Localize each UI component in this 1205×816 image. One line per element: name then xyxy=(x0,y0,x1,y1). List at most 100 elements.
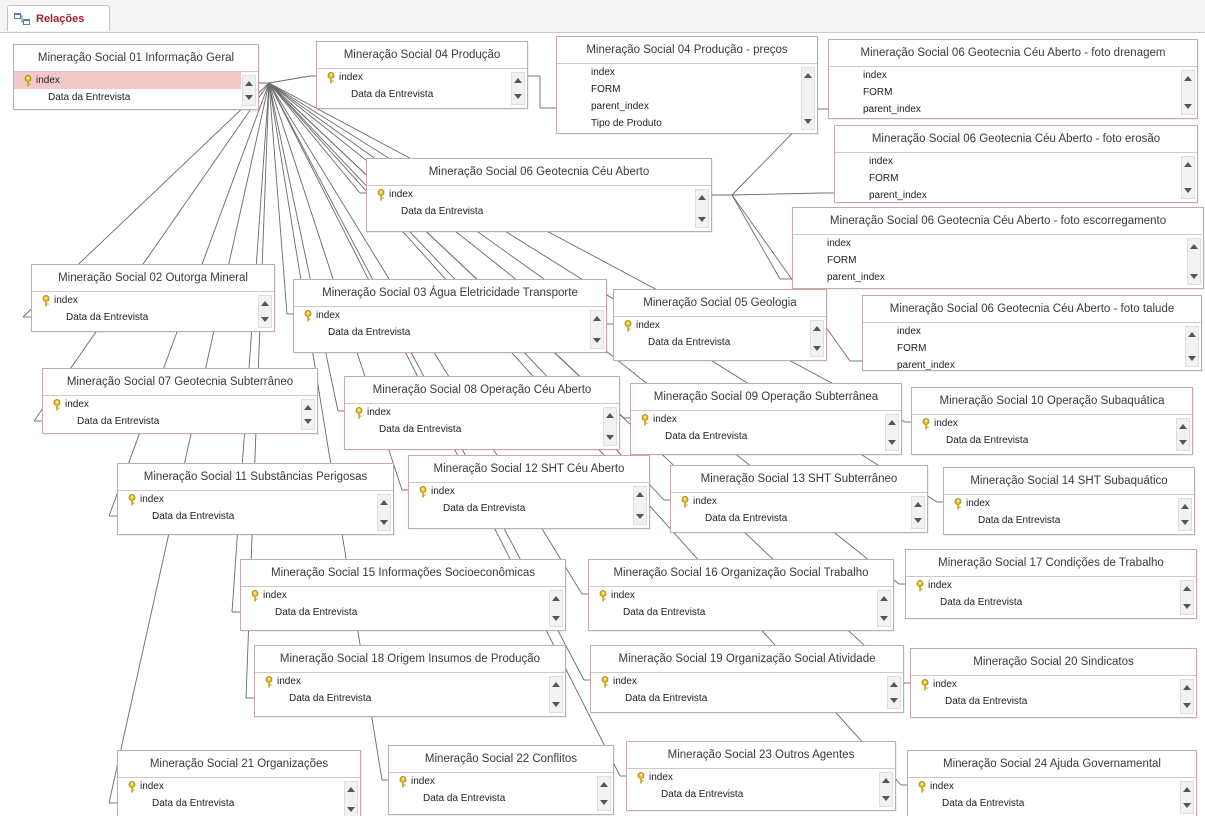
scroll-up-icon[interactable] xyxy=(890,682,898,687)
table-t06es[interactable]: Mineração Social 06 Geotecnia Céu Aberto… xyxy=(792,207,1204,289)
field-row[interactable]: Data da Entrevista xyxy=(367,203,694,220)
field-row[interactable]: Data da Entrevista xyxy=(317,86,510,103)
field-scrollbar[interactable] xyxy=(879,772,893,807)
table-t06[interactable]: Mineração Social 06 Geotecnia Céu Aberto… xyxy=(366,158,712,232)
table-t10[interactable]: Mineração Social 10 Operação Subaquática… xyxy=(911,387,1193,455)
field-row[interactable]: index xyxy=(829,67,1180,84)
field-scrollbar[interactable] xyxy=(603,407,617,446)
scroll-down-icon[interactable] xyxy=(347,807,355,812)
scroll-down-icon[interactable] xyxy=(1179,440,1187,445)
table-title[interactable]: Mineração Social 04 Produção - preços xyxy=(557,37,817,64)
scroll-down-icon[interactable] xyxy=(380,520,388,525)
table-t06d[interactable]: Mineração Social 06 Geotecnia Céu Aberto… xyxy=(828,39,1198,119)
field-row[interactable]: Tipo de Produto xyxy=(557,115,800,132)
field-row[interactable]: Data da Entrevista xyxy=(906,594,1179,611)
field-scrollbar[interactable] xyxy=(695,189,709,228)
field-scrollbar[interactable] xyxy=(1187,238,1201,285)
field-row[interactable]: Data da Entrevista xyxy=(294,324,589,341)
table-title[interactable]: Mineração Social 06 Geotecnia Céu Aberto… xyxy=(863,296,1201,323)
table-t16[interactable]: Mineração Social 16 Organização Social T… xyxy=(588,559,894,631)
field-scrollbar[interactable] xyxy=(1178,498,1192,531)
field-row[interactable]: index xyxy=(557,64,800,81)
scroll-down-icon[interactable] xyxy=(593,338,601,343)
scroll-down-icon[interactable] xyxy=(552,702,560,707)
field-scrollbar[interactable] xyxy=(1185,326,1199,367)
field-row[interactable]: index xyxy=(43,396,300,413)
field-row[interactable]: Data da Entrevista xyxy=(389,790,596,807)
field-scrollbar[interactable] xyxy=(1176,418,1190,451)
scroll-down-icon[interactable] xyxy=(304,419,312,424)
field-row[interactable]: FORM xyxy=(835,170,1180,187)
table-title[interactable]: Mineração Social 02 Outorga Mineral xyxy=(32,265,274,292)
scroll-up-icon[interactable] xyxy=(1188,332,1196,337)
table-t08[interactable]: Mineração Social 08 Operação Céu Aberto i… xyxy=(344,376,620,450)
scroll-up-icon[interactable] xyxy=(304,405,312,410)
field-row[interactable]: Data da Entrevista xyxy=(944,512,1177,529)
field-row[interactable]: index xyxy=(627,769,878,786)
scroll-up-icon[interactable] xyxy=(593,316,601,321)
scroll-down-icon[interactable] xyxy=(1190,274,1198,279)
scroll-up-icon[interactable] xyxy=(347,787,355,792)
table-title[interactable]: Mineração Social 23 Outros Agentes xyxy=(627,742,895,769)
field-row[interactable]: parent_index xyxy=(835,187,1180,202)
relationship-line[interactable] xyxy=(731,194,781,280)
field-row[interactable]: parent_index xyxy=(793,269,1186,286)
scroll-up-icon[interactable] xyxy=(914,502,922,507)
field-row[interactable]: FORM xyxy=(557,81,800,98)
field-row[interactable]: index xyxy=(118,491,376,508)
field-row[interactable]: Data da Entrevista xyxy=(14,89,241,106)
table-title[interactable]: Mineração Social 17 Condições de Trabalh… xyxy=(906,550,1196,577)
field-row[interactable]: index xyxy=(317,69,510,86)
relationship-line[interactable] xyxy=(731,192,823,196)
field-row[interactable]: FORM xyxy=(863,340,1184,357)
field-row[interactable]: Data da Entrevista xyxy=(912,432,1175,449)
table-title[interactable]: Mineração Social 06 Geotecnia Céu Aberto xyxy=(367,159,711,186)
table-t02[interactable]: Mineração Social 02 Outorga Mineral index… xyxy=(31,264,275,332)
scroll-down-icon[interactable] xyxy=(1183,604,1191,609)
field-row[interactable]: Data da Entrevista xyxy=(911,693,1179,710)
field-row[interactable]: index xyxy=(294,307,589,324)
scroll-up-icon[interactable] xyxy=(552,682,560,687)
scroll-up-icon[interactable] xyxy=(804,73,812,78)
scroll-down-icon[interactable] xyxy=(1183,703,1191,708)
field-row[interactable]: index xyxy=(908,778,1179,795)
field-row[interactable]: index xyxy=(793,235,1186,252)
table-title[interactable]: Mineração Social 01 Informação Geral xyxy=(14,45,258,72)
relationship-line[interactable] xyxy=(268,82,339,412)
table-t19[interactable]: Mineração Social 19 Organização Social A… xyxy=(590,645,904,713)
scroll-up-icon[interactable] xyxy=(261,301,269,306)
field-scrollbar[interactable] xyxy=(1181,70,1195,115)
field-row[interactable]: index xyxy=(589,587,876,604)
field-scrollbar[interactable] xyxy=(258,295,272,328)
field-scrollbar[interactable] xyxy=(633,486,647,525)
table-t13[interactable]: Mineração Social 13 SHT Subterrâneo index… xyxy=(670,465,928,533)
field-row[interactable]: Data da Entrevista xyxy=(591,690,886,707)
scroll-down-icon[interactable] xyxy=(1184,104,1192,109)
table-title[interactable]: Mineração Social 06 Geotecnia Céu Aberto… xyxy=(793,208,1203,235)
scroll-up-icon[interactable] xyxy=(1181,504,1189,509)
field-row[interactable]: index xyxy=(631,411,884,428)
field-row[interactable]: index xyxy=(14,72,241,89)
field-row[interactable]: Data da Entrevista xyxy=(409,500,632,517)
field-row[interactable]: index xyxy=(32,292,257,309)
field-row[interactable]: Data da Entrevista xyxy=(614,334,809,351)
field-scrollbar[interactable] xyxy=(549,590,563,627)
field-row[interactable]: Data da Entrevista xyxy=(631,428,884,445)
table-title[interactable]: Mineração Social 15 Informações Socioeco… xyxy=(241,560,565,587)
table-title[interactable]: Mineração Social 03 Água Eletricidade Tr… xyxy=(294,280,606,307)
scroll-up-icon[interactable] xyxy=(1179,424,1187,429)
table-t17[interactable]: Mineração Social 17 Condições de Trabalh… xyxy=(905,549,1197,619)
scroll-down-icon[interactable] xyxy=(1184,188,1192,193)
field-row[interactable]: Data da Entrevista xyxy=(43,413,300,430)
scroll-down-icon[interactable] xyxy=(914,518,922,523)
table-t01[interactable]: Mineração Social 01 Informação Geral inde… xyxy=(13,44,259,110)
scroll-up-icon[interactable] xyxy=(1184,76,1192,81)
scroll-down-icon[interactable] xyxy=(1181,520,1189,525)
field-row[interactable]: index xyxy=(912,415,1175,432)
field-row[interactable]: Data da Entrevista xyxy=(627,786,878,803)
table-title[interactable]: Mineração Social 21 Organizações xyxy=(118,751,360,778)
field-row[interactable]: FORM xyxy=(793,252,1186,269)
scroll-down-icon[interactable] xyxy=(888,440,896,445)
scroll-down-icon[interactable] xyxy=(804,119,812,124)
table-t06er[interactable]: Mineração Social 06 Geotecnia Céu Aberto… xyxy=(834,125,1198,203)
